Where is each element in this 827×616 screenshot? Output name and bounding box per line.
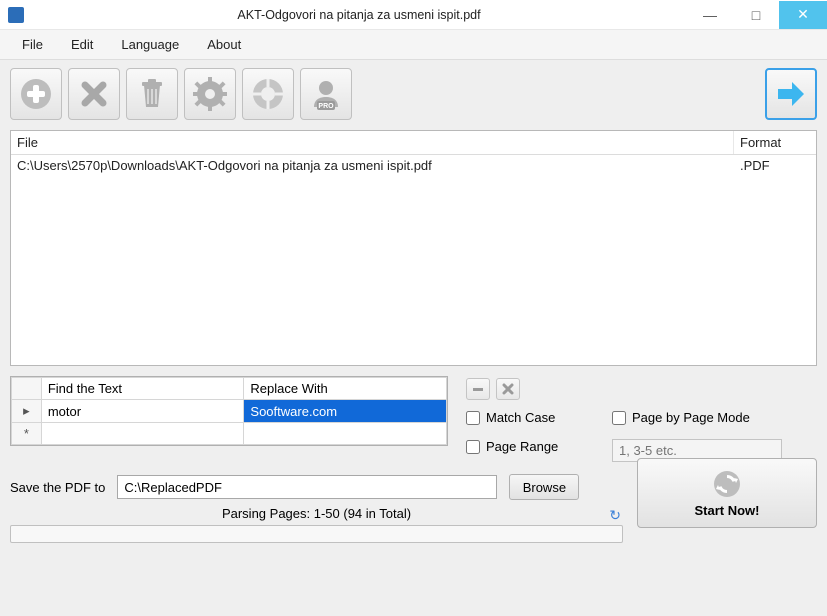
page-range-checkbox[interactable] — [466, 440, 480, 454]
file-table-header: File Format — [11, 131, 816, 155]
refresh-icon — [712, 469, 742, 499]
gear-icon — [193, 77, 227, 111]
content-area: PRO File Format C:\Users\2570p\Downloads… — [0, 60, 827, 616]
remove-button[interactable] — [68, 68, 120, 120]
menu-edit[interactable]: Edit — [57, 32, 107, 57]
parsing-text: Parsing Pages: 1-50 (94 in Total) — [222, 506, 411, 521]
format-column-header[interactable]: Format — [734, 131, 816, 154]
replace-cell[interactable] — [244, 423, 447, 445]
page-range-option[interactable]: Page Range — [466, 439, 594, 454]
file-cell: C:\Users\2570p\Downloads\AKT-Odgovori na… — [11, 155, 734, 176]
titlebar: AKT-Odgovori na pitanja za usmeni ispit.… — [0, 0, 827, 30]
settings-button[interactable] — [184, 68, 236, 120]
save-path-input[interactable] — [117, 475, 497, 499]
format-cell: .PDF — [734, 155, 816, 176]
page-by-page-option[interactable]: Page by Page Mode — [612, 410, 782, 425]
remove-row-button[interactable] — [466, 378, 490, 400]
clear-rows-button[interactable] — [496, 378, 520, 400]
pro-icon: PRO — [309, 77, 343, 111]
next-button[interactable] — [765, 68, 817, 120]
table-row[interactable]: * — [12, 423, 447, 445]
lifebuoy-icon — [251, 77, 285, 111]
find-cell[interactable]: motor — [41, 400, 244, 423]
row-marker: * — [12, 423, 42, 445]
options-panel: Match Case Page Range Page by Page Mode — [466, 376, 782, 462]
spinner-icon: ↻ — [609, 507, 621, 524]
arrow-right-icon — [774, 77, 808, 111]
file-table-row[interactable]: C:\Users\2570p\Downloads\AKT-Odgovori na… — [11, 155, 816, 176]
table-row[interactable]: ▸ motor Sooftware.com — [12, 400, 447, 423]
row-header-blank — [12, 378, 42, 400]
match-case-option[interactable]: Match Case — [466, 410, 594, 425]
row-marker: ▸ — [12, 400, 42, 423]
svg-text:PRO: PRO — [318, 103, 334, 110]
plus-icon — [19, 77, 53, 111]
maximize-button[interactable]: □ — [733, 1, 779, 29]
find-cell[interactable] — [41, 423, 244, 445]
toolbar: PRO — [10, 68, 817, 120]
find-header[interactable]: Find the Text — [41, 378, 244, 400]
page-by-page-checkbox[interactable] — [612, 411, 626, 425]
menu-file[interactable]: File — [8, 32, 57, 57]
progress-area: Parsing Pages: 1-50 (94 in Total) ↻ — [10, 506, 623, 543]
help-button[interactable] — [242, 68, 294, 120]
start-label: Start Now! — [695, 503, 760, 518]
file-table[interactable]: File Format C:\Users\2570p\Downloads\AKT… — [10, 130, 817, 366]
window-buttons: — □ ✕ — [687, 1, 827, 29]
window-title: AKT-Odgovori na pitanja za usmeni ispit.… — [31, 8, 687, 22]
bottom-row: Parsing Pages: 1-50 (94 in Total) ↻ Star… — [10, 506, 817, 543]
x-icon — [77, 77, 111, 111]
mini-buttons — [466, 378, 782, 400]
toolbar-spacer — [358, 68, 759, 120]
replace-table-wrap: Find the Text Replace With ▸ motor Sooft… — [10, 376, 448, 462]
lower-panel: Find the Text Replace With ▸ motor Sooft… — [10, 376, 817, 462]
page-range-label: Page Range — [486, 439, 558, 454]
browse-button[interactable]: Browse — [509, 474, 579, 500]
menu-about[interactable]: About — [193, 32, 255, 57]
progress-bar — [10, 525, 623, 543]
close-button[interactable]: ✕ — [779, 1, 827, 29]
page-by-page-label: Page by Page Mode — [632, 410, 750, 425]
menu-language[interactable]: Language — [107, 32, 193, 57]
minus-icon — [471, 382, 485, 396]
x-small-icon — [501, 382, 515, 396]
replace-cell[interactable]: Sooftware.com — [244, 400, 447, 423]
minimize-button[interactable]: — — [687, 1, 733, 29]
add-button[interactable] — [10, 68, 62, 120]
start-button[interactable]: Start Now! — [637, 458, 817, 528]
replace-header[interactable]: Replace With — [244, 378, 447, 400]
match-case-label: Match Case — [486, 410, 555, 425]
delete-button[interactable] — [126, 68, 178, 120]
parsing-status: Parsing Pages: 1-50 (94 in Total) ↻ — [10, 506, 623, 521]
match-case-checkbox[interactable] — [466, 411, 480, 425]
file-column-header[interactable]: File — [11, 131, 734, 154]
app-icon — [8, 7, 24, 23]
pro-button[interactable]: PRO — [300, 68, 352, 120]
save-label: Save the PDF to — [10, 480, 105, 495]
menubar: File Edit Language About — [0, 30, 827, 60]
replace-table[interactable]: Find the Text Replace With ▸ motor Sooft… — [10, 376, 448, 446]
trash-icon — [135, 77, 169, 111]
